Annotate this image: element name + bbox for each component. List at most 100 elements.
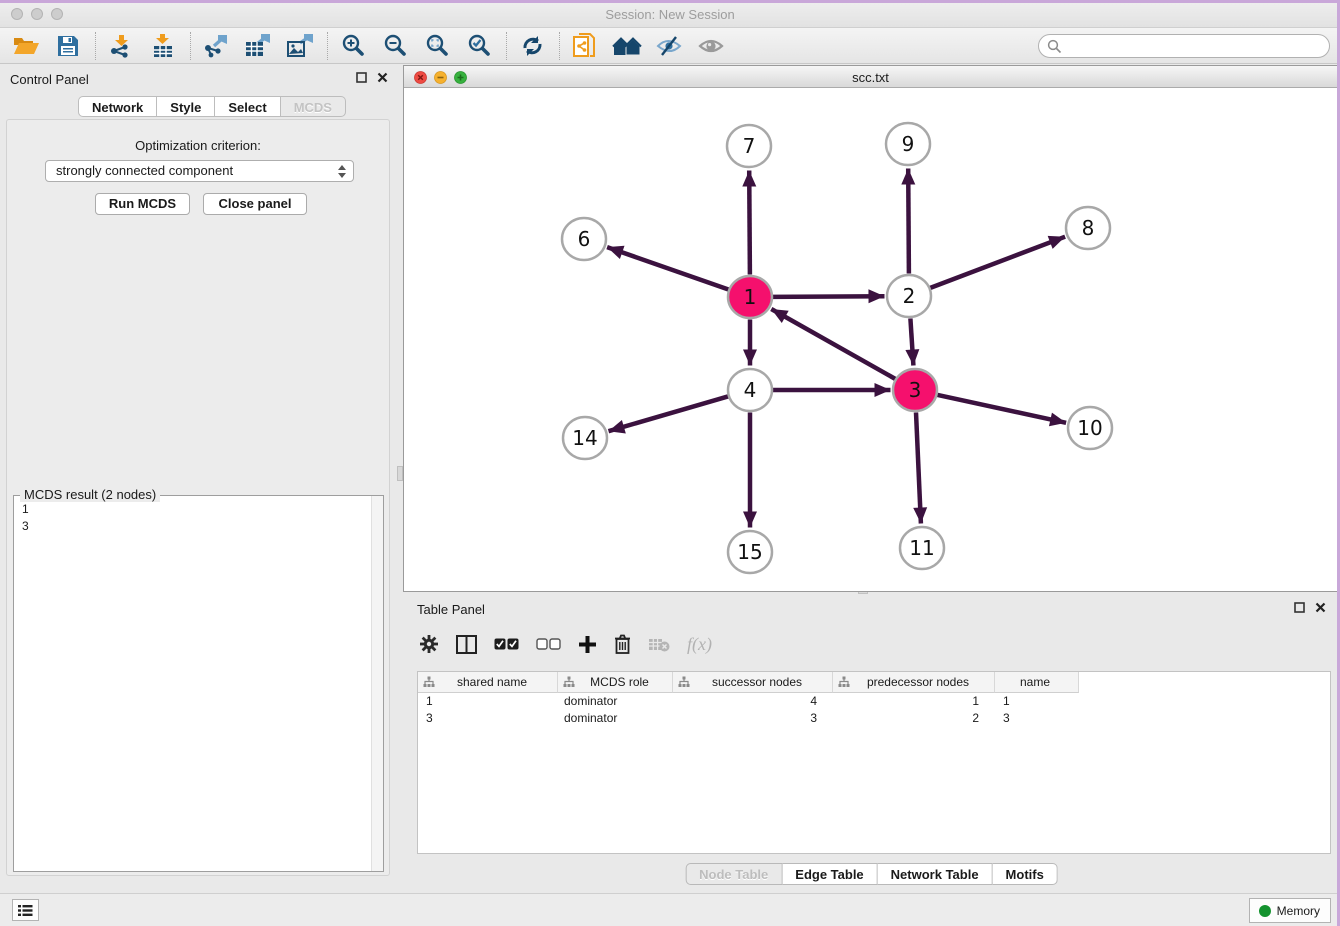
search-input[interactable]	[1062, 36, 1329, 56]
column-header-predecessor-nodes[interactable]: predecessor nodes	[833, 672, 995, 693]
open-file-button[interactable]	[8, 30, 44, 62]
zoom-fit-button[interactable]	[419, 30, 455, 62]
column-header-mcds-role[interactable]: MCDS role	[558, 672, 673, 693]
search-box[interactable]	[1038, 34, 1330, 58]
graph-node-label-6: 6	[578, 227, 591, 251]
export-table-icon	[245, 34, 271, 58]
table-cell: 3	[995, 710, 1079, 727]
tab-mcds[interactable]: MCDS	[281, 96, 346, 117]
network-canvas[interactable]: 1234678910111415	[404, 89, 1337, 591]
graph-svg[interactable]: 1234678910111415	[404, 89, 1337, 592]
criterion-select[interactable]: strongly connected component	[45, 160, 354, 182]
graph-edge-4-14[interactable]	[609, 396, 729, 431]
deselect-all-checkboxes-icon[interactable]	[536, 638, 561, 650]
run-mcds-button[interactable]: Run MCDS	[95, 193, 190, 215]
eye-icon	[698, 35, 724, 57]
first-neighbors-button[interactable]	[609, 30, 645, 62]
mcds-tab-content: Optimization criterion: strongly connect…	[6, 119, 390, 876]
export-image-button[interactable]	[282, 30, 318, 62]
zoom-selected-button[interactable]	[461, 30, 497, 62]
export-table-button[interactable]	[240, 30, 276, 62]
save-icon	[57, 35, 79, 57]
zoom-out-button[interactable]	[377, 30, 413, 62]
tab-motifs[interactable]: Motifs	[993, 863, 1058, 885]
desktop-edge-top	[0, 0, 1340, 3]
column-header-shared-name[interactable]: shared name	[418, 672, 558, 693]
close-panel-icon[interactable]	[377, 72, 388, 83]
attribute-tree-icon	[678, 676, 690, 688]
control-panel-title: Control Panel	[10, 72, 89, 87]
table-row[interactable]: 1dominator411	[418, 693, 1330, 710]
table-header-row: shared name MCDS role successor nodes pr…	[418, 672, 1330, 693]
memory-label: Memory	[1277, 904, 1320, 918]
houses-icon	[612, 35, 642, 57]
delete-column-trash-icon[interactable]	[614, 634, 631, 654]
import-network-button[interactable]	[103, 30, 139, 62]
result-scrollbar[interactable]	[371, 496, 383, 871]
delete-table-icon[interactable]	[648, 637, 670, 652]
graph-edge-3-1[interactable]	[771, 309, 895, 379]
column-label: predecessor nodes	[850, 675, 994, 689]
table-settings-gear-icon[interactable]	[419, 634, 439, 654]
toolbar-separator	[327, 32, 328, 60]
mcds-result-title: MCDS result (2 nodes)	[20, 487, 160, 502]
tab-node-table[interactable]: Node Table	[685, 863, 782, 885]
column-header-successor-nodes[interactable]: successor nodes	[673, 672, 833, 693]
import-table-button[interactable]	[145, 30, 181, 62]
table-row[interactable]: 3dominator323	[418, 710, 1330, 727]
hide-selected-button[interactable]	[651, 30, 687, 62]
graph-edge-3-11[interactable]	[916, 413, 921, 524]
show-all-button[interactable]	[693, 30, 729, 62]
network-view-window: scc.txt 1234678910111415	[403, 65, 1338, 592]
zoom-in-button[interactable]	[335, 30, 371, 62]
graph-node-label-2: 2	[903, 284, 916, 308]
tab-network[interactable]: Network	[78, 96, 157, 117]
table-toolbar: f(x)	[419, 629, 712, 659]
tab-edge-table[interactable]: Edge Table	[782, 863, 877, 885]
export-image-icon	[287, 34, 313, 58]
export-network-button[interactable]	[198, 30, 234, 62]
table-cell: 1	[995, 693, 1079, 710]
toolbar-separator	[559, 32, 560, 60]
tab-select[interactable]: Select	[215, 96, 280, 117]
graph-edge-1-6[interactable]	[607, 247, 729, 290]
close-panel-icon[interactable]	[1315, 602, 1326, 613]
graph-node-label-10: 10	[1077, 416, 1102, 440]
select-all-checkboxes-icon[interactable]	[494, 638, 519, 650]
graph-edge-1-2[interactable]	[773, 296, 885, 297]
table-cell: 1	[833, 693, 995, 710]
float-panel-icon[interactable]	[1294, 602, 1305, 613]
tab-style[interactable]: Style	[157, 96, 215, 117]
save-session-button[interactable]	[50, 30, 86, 62]
open-folder-icon	[13, 35, 40, 57]
float-panel-icon[interactable]	[356, 72, 367, 83]
column-label: name	[1000, 675, 1078, 689]
graph-edge-1-7[interactable]	[749, 171, 750, 275]
function-builder-icon[interactable]: f(x)	[687, 634, 712, 655]
column-label: MCDS role	[575, 675, 672, 689]
graph-edge-2-8[interactable]	[930, 237, 1065, 288]
table-body: 1dominator4113dominator323	[418, 693, 1330, 727]
memory-button[interactable]: Memory	[1249, 898, 1331, 923]
close-panel-button[interactable]: Close panel	[203, 193, 307, 215]
select-stepper-icon	[337, 164, 347, 185]
table-panel-header: Table Panel	[403, 595, 1340, 621]
column-header-name[interactable]: name	[995, 672, 1079, 693]
graph-edge-3-10[interactable]	[937, 395, 1066, 423]
zoom-selected-icon	[468, 34, 491, 57]
status-bar: Memory	[0, 893, 1340, 926]
apply-layout-button[interactable]	[514, 30, 550, 62]
control-panel-tabs: Network Style Select MCDS	[78, 96, 346, 117]
new-network-from-selection-button[interactable]	[567, 30, 603, 62]
split-panel-icon[interactable]	[456, 635, 477, 654]
node-table[interactable]: shared name MCDS role successor nodes pr…	[417, 671, 1331, 854]
window-title: Session: New Session	[0, 0, 1340, 28]
table-cell: 4	[673, 693, 833, 710]
network-window-titlebar[interactable]: scc.txt	[404, 66, 1337, 88]
tab-network-table[interactable]: Network Table	[878, 863, 993, 885]
add-column-icon[interactable]	[578, 635, 597, 654]
task-history-button[interactable]	[12, 899, 39, 921]
graph-edge-2-3[interactable]	[910, 319, 913, 366]
mcds-result-value: 1	[22, 501, 383, 518]
graph-edge-2-9[interactable]	[908, 169, 909, 274]
